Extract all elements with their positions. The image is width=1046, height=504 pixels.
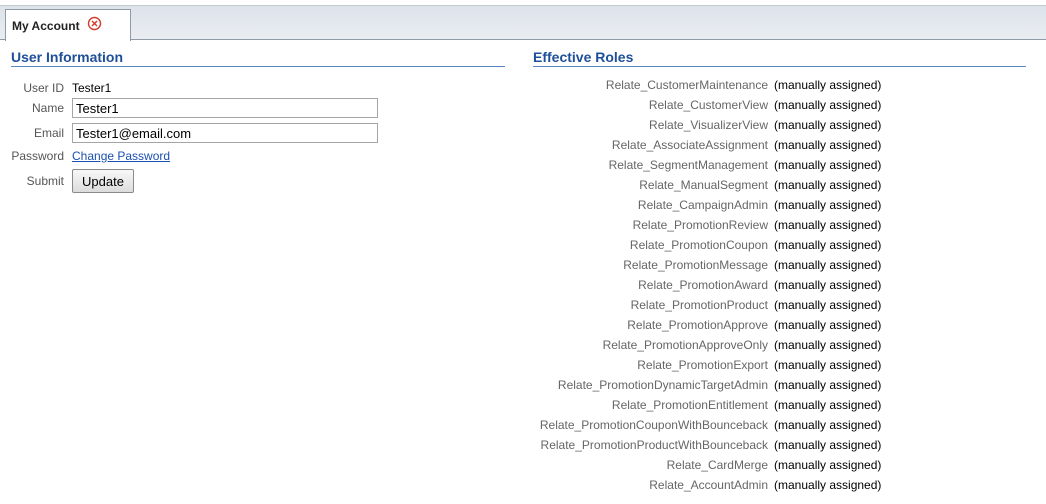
role-name: Relate_AssociateAssignment: [611, 138, 768, 152]
role-status: (manually assigned): [774, 378, 882, 392]
role-name: Relate_PromotionApprove: [627, 318, 768, 332]
role-row: Relate_PromotionMessage (manually assigne…: [0, 258, 1046, 278]
role-name: Relate_CampaignAdmin: [637, 198, 768, 212]
close-icon[interactable]: [87, 16, 102, 31]
role-status: (manually assigned): [774, 418, 882, 432]
role-name: Relate_CustomerMaintenance: [605, 78, 768, 92]
role-row: Relate_CardMerge (manually assigned): [0, 458, 1046, 478]
role-row: Relate_PromotionApproveOnly (manually ass…: [0, 338, 1046, 358]
role-status: (manually assigned): [774, 478, 882, 492]
role-status: (manually assigned): [774, 138, 882, 152]
role-status: (manually assigned): [774, 298, 882, 312]
role-name: Relate_PromotionProduct: [630, 298, 768, 312]
role-status: (manually assigned): [774, 218, 882, 232]
role-row: Relate_PromotionDynamicTargetAdmin (manua…: [0, 378, 1046, 398]
role-name: Relate_PromotionCoupon: [629, 238, 768, 252]
role-row: Relate_VisualizerView (manually assigned): [0, 118, 1046, 138]
role-name: Relate_CardMerge: [666, 458, 768, 472]
role-name: Relate_SegmentManagement: [608, 158, 768, 172]
role-name: Relate_PromotionMessage: [623, 258, 768, 272]
role-row: Relate_CustomerView (manually assigned): [0, 98, 1046, 118]
role-name: Relate_AccountAdmin: [649, 478, 768, 492]
role-status: (manually assigned): [774, 98, 882, 112]
role-row: Relate_PromotionAward (manually assigned): [0, 278, 1046, 298]
tab-my-account[interactable]: My Account: [5, 9, 131, 41]
role-row: Relate_PromotionCouponWithBounceback (man…: [0, 418, 1046, 438]
role-name: Relate_PromotionAward: [638, 278, 768, 292]
role-status: (manually assigned): [774, 118, 882, 132]
role-status: (manually assigned): [774, 258, 882, 272]
role-row: Relate_ManualSegment (manually assigned): [0, 178, 1046, 198]
role-name: Relate_ManualSegment: [639, 178, 768, 192]
role-row: Relate_PromotionApprove (manually assigne…: [0, 318, 1046, 338]
role-status: (manually assigned): [774, 458, 882, 472]
user-information-divider: [11, 66, 505, 67]
role-name: Relate_PromotionApproveOnly: [602, 338, 768, 352]
role-status: (manually assigned): [774, 318, 882, 332]
role-name: Relate_PromotionDynamicTargetAdmin: [557, 378, 768, 392]
role-status: (manually assigned): [774, 438, 882, 452]
role-name: Relate_PromotionCouponWithBounceback: [539, 418, 768, 432]
role-row: Relate_PromotionReview (manually assigned…: [0, 218, 1046, 238]
role-row: Relate_PromotionProduct (manually assigne…: [0, 298, 1046, 318]
effective-roles-divider: [533, 66, 1026, 67]
role-name: Relate_PromotionReview: [632, 218, 768, 232]
tab-label: My Account: [12, 19, 80, 33]
role-row: Relate_CampaignAdmin (manually assigned): [0, 198, 1046, 218]
role-name: Relate_PromotionExport: [637, 358, 768, 372]
role-status: (manually assigned): [774, 338, 882, 352]
role-row: Relate_CustomerMaintenance (manually assi…: [0, 78, 1046, 98]
role-status: (manually assigned): [774, 238, 882, 252]
role-status: (manually assigned): [774, 358, 882, 372]
role-row: Relate_AssociateAssignment (manually assi…: [0, 138, 1046, 158]
role-status: (manually assigned): [774, 178, 882, 192]
role-status: (manually assigned): [774, 78, 882, 92]
role-status: (manually assigned): [774, 198, 882, 212]
role-row: Relate_PromotionExport (manually assigned…: [0, 358, 1046, 378]
role-status: (manually assigned): [774, 158, 882, 172]
user-information-heading: User Information: [11, 49, 124, 65]
role-status: (manually assigned): [774, 398, 882, 412]
tab-bar: My Account: [0, 5, 1046, 41]
effective-roles-heading: Effective Roles: [533, 49, 634, 65]
role-row: Relate_SegmentManagement (manually assign…: [0, 158, 1046, 178]
role-name: Relate_PromotionEntitlement: [611, 398, 768, 412]
role-row: Relate_PromotionProductWithBounceback (ma…: [0, 438, 1046, 458]
role-name: Relate_VisualizerView: [649, 118, 768, 132]
role-row: Relate_PromotionEntitlement (manually ass…: [0, 398, 1046, 418]
role-name: Relate_PromotionProductWithBounceback: [540, 438, 768, 452]
role-row: Relate_PromotionCoupon (manually assigned…: [0, 238, 1046, 258]
role-row: Relate_AccountAdmin (manually assigned): [0, 478, 1046, 498]
role-status: (manually assigned): [774, 278, 882, 292]
role-name: Relate_CustomerView: [648, 98, 768, 112]
